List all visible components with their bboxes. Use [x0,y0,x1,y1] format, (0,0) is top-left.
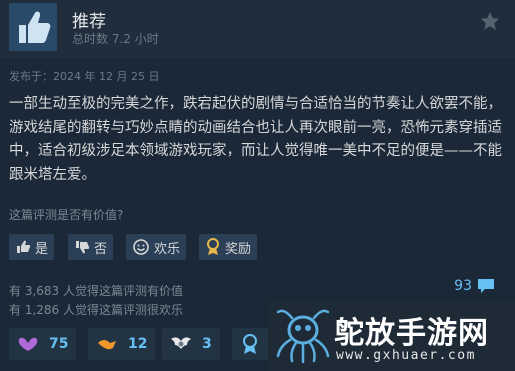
thumbs-up-icon [17,240,31,253]
thumbs-down-icon [76,241,90,254]
comment-count: 93 [454,278,472,294]
yes-label: 是 [35,241,49,257]
wings-award-icon [171,337,191,349]
award-badge[interactable]: 3 [162,328,220,360]
watermark: 鸵放手游网 www.gxhuaer.com [268,300,515,371]
award-badge[interactable]: 12 [88,328,156,360]
award-badge[interactable]: 75 [9,328,77,360]
star-icon[interactable] [479,10,501,32]
no-label: 否 [94,241,108,257]
comments-button[interactable]: 93 [454,278,495,294]
helpful-count: 有 3,683 人觉得这篇评测有价值 [9,284,183,298]
review-header: 推荐 总时数 7.2 小时 [0,0,515,58]
purple-award-icon [18,337,38,351]
posted-date: 发布于：2024 年 12 月 25 日 [9,70,160,83]
award-label: 奖励 [225,241,252,257]
review-verdict: 推荐 [72,12,106,32]
award-button[interactable]: 奖励 [199,234,258,260]
funny-label: 欢乐 [154,241,181,257]
comment-bubble-icon [478,279,494,293]
award-ribbon-icon [207,238,219,255]
helpful-question: 这篇评测是否有价值? [9,208,124,222]
funny-count: 有 1,286 人觉得这篇评测很欢乐 [9,303,183,317]
smiley-icon [133,239,149,255]
award-count: 12 [128,336,148,352]
playtime-hours: 总时数 7.2 小时 [72,32,159,46]
funny-button[interactable]: 欢乐 [126,234,187,260]
award-count: 3 [202,336,212,352]
orange-award-icon [98,340,116,350]
thumbs-up-icon [9,3,57,51]
watermark-url: www.gxhuaer.com [336,348,476,363]
watermark-text: 鸵放手游网 [334,316,489,351]
award-count: 75 [49,336,69,352]
yes-button[interactable]: 是 [9,234,55,260]
review-body: 一部生动至极的完美之作，跌宕起伏的剧情与合适恰当的节奏让人欲罢不能，游戏结尾的翻… [9,96,502,183]
tentacle-logo-icon [276,309,330,364]
medal-award-icon [243,334,257,354]
no-button[interactable]: 否 [68,234,114,260]
